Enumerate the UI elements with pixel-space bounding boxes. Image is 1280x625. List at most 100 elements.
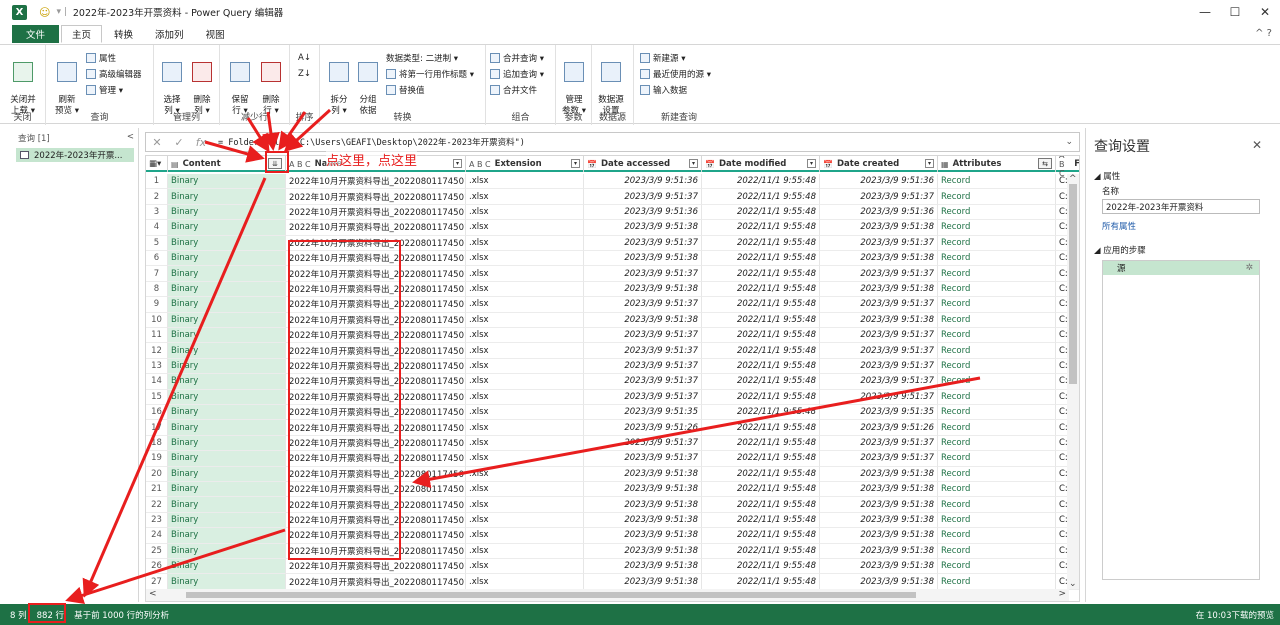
table-row[interactable]: 1 Binary 2022年10月开票资料导出_20220801174501 ...… (146, 174, 1079, 190)
cell-attributes[interactable]: Record (938, 482, 1056, 498)
row-number[interactable]: 25 (146, 543, 168, 559)
cell-date-accessed[interactable]: 2023/3/9 9:51:37 (584, 235, 702, 251)
vertical-scrollbar[interactable]: ^ ⌄ (1067, 174, 1079, 589)
cell-attributes[interactable]: Record (938, 281, 1056, 298)
cell-attributes[interactable]: Record (938, 466, 1056, 482)
cell-name[interactable]: 2022年10月开票资料导出_20220801174501 ... (286, 174, 466, 190)
table-row[interactable]: 6 Binary 2022年10月开票资料导出_20220801174501 ...… (146, 251, 1079, 267)
cell-content[interactable]: Binary (168, 235, 286, 251)
filter-dropdown-icon[interactable]: ▾ (925, 159, 934, 168)
cell-date-accessed[interactable]: 2023/3/9 9:51:38 (584, 466, 702, 482)
cell-extension[interactable]: .xlsx (466, 420, 584, 436)
combine-files-button[interactable]: 合并文件 (490, 83, 537, 97)
row-number[interactable]: 26 (146, 559, 168, 575)
cell-date-created[interactable]: 2023/3/9 9:51:35 (820, 405, 938, 421)
choose-columns-button[interactable]: 选择 列 ▾ (157, 51, 187, 117)
cell-date-modified[interactable]: 2022/11/1 9:55:48 (702, 281, 820, 298)
table-row[interactable]: 24 Binary 2022年10月开票资料导出_20220801174501 ..… (146, 528, 1079, 544)
cell-date-modified[interactable]: 2022/11/1 9:55:48 (702, 512, 820, 529)
cell-date-created[interactable]: 2023/3/9 9:51:37 (820, 451, 938, 467)
row-number[interactable]: 1 (146, 174, 168, 190)
datetime-type-icon[interactable]: 📅 (705, 160, 715, 169)
column-header-date-created[interactable]: 📅 Date created ▾ (820, 156, 938, 172)
cell-content[interactable]: Binary (168, 512, 286, 529)
cell-date-modified[interactable]: 2022/11/1 9:55:48 (702, 220, 820, 236)
cell-date-accessed[interactable]: 2023/3/9 9:51:35 (584, 405, 702, 421)
column-header-date-accessed[interactable]: 📅 Date accessed ▾ (584, 156, 702, 172)
split-column-button[interactable]: 拆分 列 ▾ (324, 51, 354, 117)
close-load-button[interactable]: 关闭并 上载 ▾ (8, 51, 38, 117)
cell-date-created[interactable]: 2023/3/9 9:51:37 (820, 343, 938, 359)
cell-extension[interactable]: .xlsx (466, 389, 584, 405)
table-row[interactable]: 25 Binary 2022年10月开票资料导出_20220801174501 ..… (146, 543, 1079, 559)
cell-name[interactable]: 2022年10月开票资料导出_20220801174501 ... (286, 204, 466, 221)
cell-extension[interactable]: .xlsx (466, 528, 584, 544)
all-properties-link[interactable]: 所有属性 (1086, 220, 1280, 232)
cell-content[interactable]: Binary (168, 251, 286, 267)
table-row[interactable]: 16 Binary 2022年10月开票资料导出_20220801174501 ..… (146, 405, 1079, 421)
table-row[interactable]: 10 Binary 2022年10月开票资料导出_20220801174501 ..… (146, 312, 1079, 328)
cell-date-accessed[interactable]: 2023/3/9 9:51:37 (584, 328, 702, 344)
datetime-type-icon[interactable]: 📅 (823, 160, 833, 169)
row-number[interactable]: 16 (146, 405, 168, 421)
cell-date-created[interactable]: 2023/3/9 9:51:38 (820, 497, 938, 513)
tab-home[interactable]: 主页 (61, 25, 103, 43)
cell-date-created[interactable]: 2023/3/9 9:51:38 (820, 559, 938, 575)
cell-date-created[interactable]: 2023/3/9 9:51:38 (820, 574, 938, 590)
cell-date-accessed[interactable]: 2023/3/9 9:51:37 (584, 358, 702, 375)
cell-date-modified[interactable]: 2022/11/1 9:55:48 (702, 189, 820, 205)
column-header-folder-path[interactable]: A B C F (1056, 156, 1079, 178)
cell-name[interactable]: 2022年10月开票资料导出_20220801174501 ... (286, 189, 466, 205)
datetime-type-icon[interactable]: 📅 (587, 160, 597, 169)
cell-date-modified[interactable]: 2022/11/1 9:55:48 (702, 574, 820, 590)
expand-formula-icon[interactable]: ⌄ (1065, 137, 1073, 147)
cell-extension[interactable]: .xlsx (466, 343, 584, 359)
expand-record-icon[interactable]: ⇆ (1038, 158, 1052, 169)
close-window-button[interactable]: ✕ (1250, 0, 1280, 24)
cell-date-accessed[interactable]: 2023/3/9 9:51:37 (584, 297, 702, 313)
cell-attributes[interactable]: Record (938, 297, 1056, 313)
row-number[interactable]: 2 (146, 189, 168, 205)
cell-attributes[interactable]: Record (938, 405, 1056, 421)
tab-add-column[interactable]: 添加列 (145, 25, 194, 43)
row-number[interactable]: 19 (146, 451, 168, 467)
cell-content[interactable]: Binary (168, 281, 286, 298)
cell-date-modified[interactable]: 2022/11/1 9:55:48 (702, 204, 820, 221)
enter-data-button[interactable]: 输入数据 (640, 83, 687, 97)
cell-date-accessed[interactable]: 2023/3/9 9:51:38 (584, 251, 702, 267)
cell-date-modified[interactable]: 2022/11/1 9:55:48 (702, 543, 820, 559)
row-number[interactable]: 5 (146, 235, 168, 251)
cell-attributes[interactable]: Record (938, 497, 1056, 513)
cell-date-accessed[interactable]: 2023/3/9 9:51:36 (584, 204, 702, 221)
row-number[interactable]: 6 (146, 251, 168, 267)
row-number[interactable]: 11 (146, 328, 168, 344)
gear-icon[interactable]: ✲ (1245, 263, 1253, 273)
tab-view[interactable]: 视图 (196, 25, 235, 43)
cell-content[interactable]: Binary (168, 297, 286, 313)
cell-date-created[interactable]: 2023/3/9 9:51:37 (820, 328, 938, 344)
step-source[interactable]: 源 ✲ (1103, 261, 1259, 275)
cell-content[interactable]: Binary (168, 312, 286, 328)
cell-attributes[interactable]: Record (938, 574, 1056, 590)
cell-extension[interactable]: .xlsx (466, 405, 584, 421)
table-row[interactable]: 8 Binary 2022年10月开票资料导出_20220801174501 ...… (146, 281, 1079, 298)
cell-date-accessed[interactable]: 2023/3/9 9:51:38 (584, 281, 702, 298)
column-header-attributes[interactable]: ▦ Attributes ⇆ (938, 156, 1056, 172)
cell-date-modified[interactable]: 2022/11/1 9:55:48 (702, 497, 820, 513)
cell-date-created[interactable]: 2023/3/9 9:51:38 (820, 281, 938, 298)
cell-date-created[interactable]: 2023/3/9 9:51:36 (820, 204, 938, 221)
cell-date-accessed[interactable]: 2023/3/9 9:51:37 (584, 451, 702, 467)
sort-descending-button[interactable]: Z↓ (298, 67, 311, 81)
table-row[interactable]: 27 Binary 2022年10月开票资料导出_20220801174501 ..… (146, 574, 1079, 590)
cell-date-modified[interactable]: 2022/11/1 9:55:48 (702, 251, 820, 267)
row-number[interactable]: 21 (146, 482, 168, 498)
row-number[interactable]: 10 (146, 312, 168, 328)
properties-section[interactable]: ◢ 属性 (1086, 170, 1280, 182)
row-number[interactable]: 17 (146, 420, 168, 436)
cell-content[interactable]: Binary (168, 204, 286, 221)
data-type-dropdown[interactable]: 数据类型: 二进制 ▾ (386, 51, 458, 65)
cell-date-created[interactable]: 2023/3/9 9:51:37 (820, 374, 938, 390)
minimize-button[interactable]: — (1190, 0, 1220, 24)
cell-extension[interactable]: .xlsx (466, 497, 584, 513)
cell-date-accessed[interactable]: 2023/3/9 9:51:37 (584, 189, 702, 205)
